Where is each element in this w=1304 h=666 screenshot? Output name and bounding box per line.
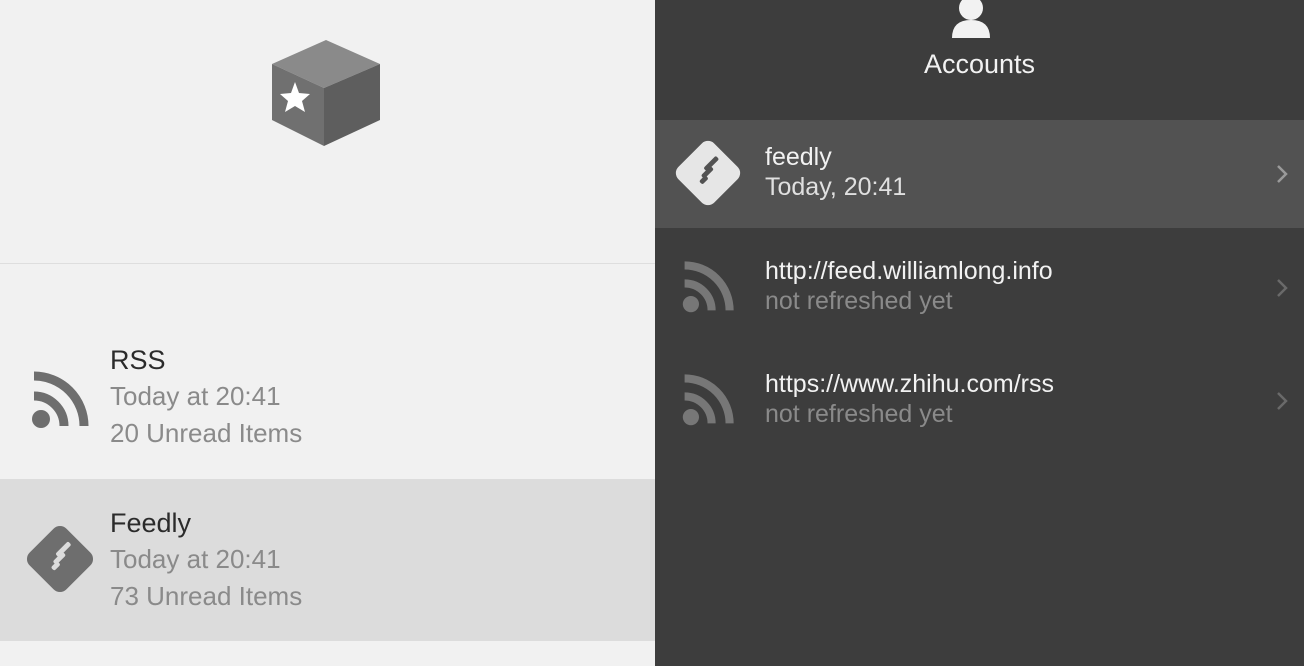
account-name: https://www.zhihu.com/rss	[765, 370, 1054, 398]
feedly-icon	[675, 140, 741, 206]
sources-panel: RSS Today at 20:41 20 Unread Items Feedl…	[0, 0, 655, 666]
chevron-right-icon	[1277, 165, 1288, 183]
app-cube-star-icon	[272, 40, 380, 146]
accounts-header-title: Accounts	[923, 49, 1036, 79]
rss-icon	[682, 374, 734, 426]
list-footer	[0, 641, 655, 666]
source-unread-count: 20 Unread Items	[110, 418, 303, 448]
account-item-feedly[interactable]: feedly Today, 20:41	[655, 120, 1304, 228]
account-item-williamlong[interactable]: http://feed.williamlong.info not refresh…	[655, 232, 1304, 340]
source-updated: Today at 20:41	[110, 544, 281, 574]
source-unread-count: 73 Unread Items	[110, 581, 303, 611]
chevron-right-icon	[1277, 279, 1288, 297]
source-title: RSS	[110, 345, 166, 375]
header-divider	[0, 263, 655, 264]
account-name: feedly	[765, 143, 832, 171]
rss-icon	[32, 371, 89, 428]
account-status: not refreshed yet	[765, 287, 953, 315]
account-status: not refreshed yet	[765, 400, 953, 428]
source-item-feedly[interactable]: Feedly Today at 20:41 73 Unread Items	[0, 479, 655, 641]
account-status: Today, 20:41	[765, 173, 907, 201]
account-name: http://feed.williamlong.info	[765, 257, 1053, 285]
rss-icon	[682, 261, 734, 313]
user-icon	[952, 0, 990, 38]
accounts-panel: Accounts feedly Today, 20:41 http://feed…	[655, 0, 1304, 666]
source-title: Feedly	[110, 508, 192, 538]
chevron-right-icon	[1277, 392, 1288, 410]
source-updated: Today at 20:41	[110, 381, 281, 411]
account-item-zhihu[interactable]: https://www.zhihu.com/rss not refreshed …	[655, 345, 1304, 453]
source-item-rss[interactable]: RSS Today at 20:41 20 Unread Items	[0, 316, 655, 478]
feedly-icon	[26, 525, 94, 593]
